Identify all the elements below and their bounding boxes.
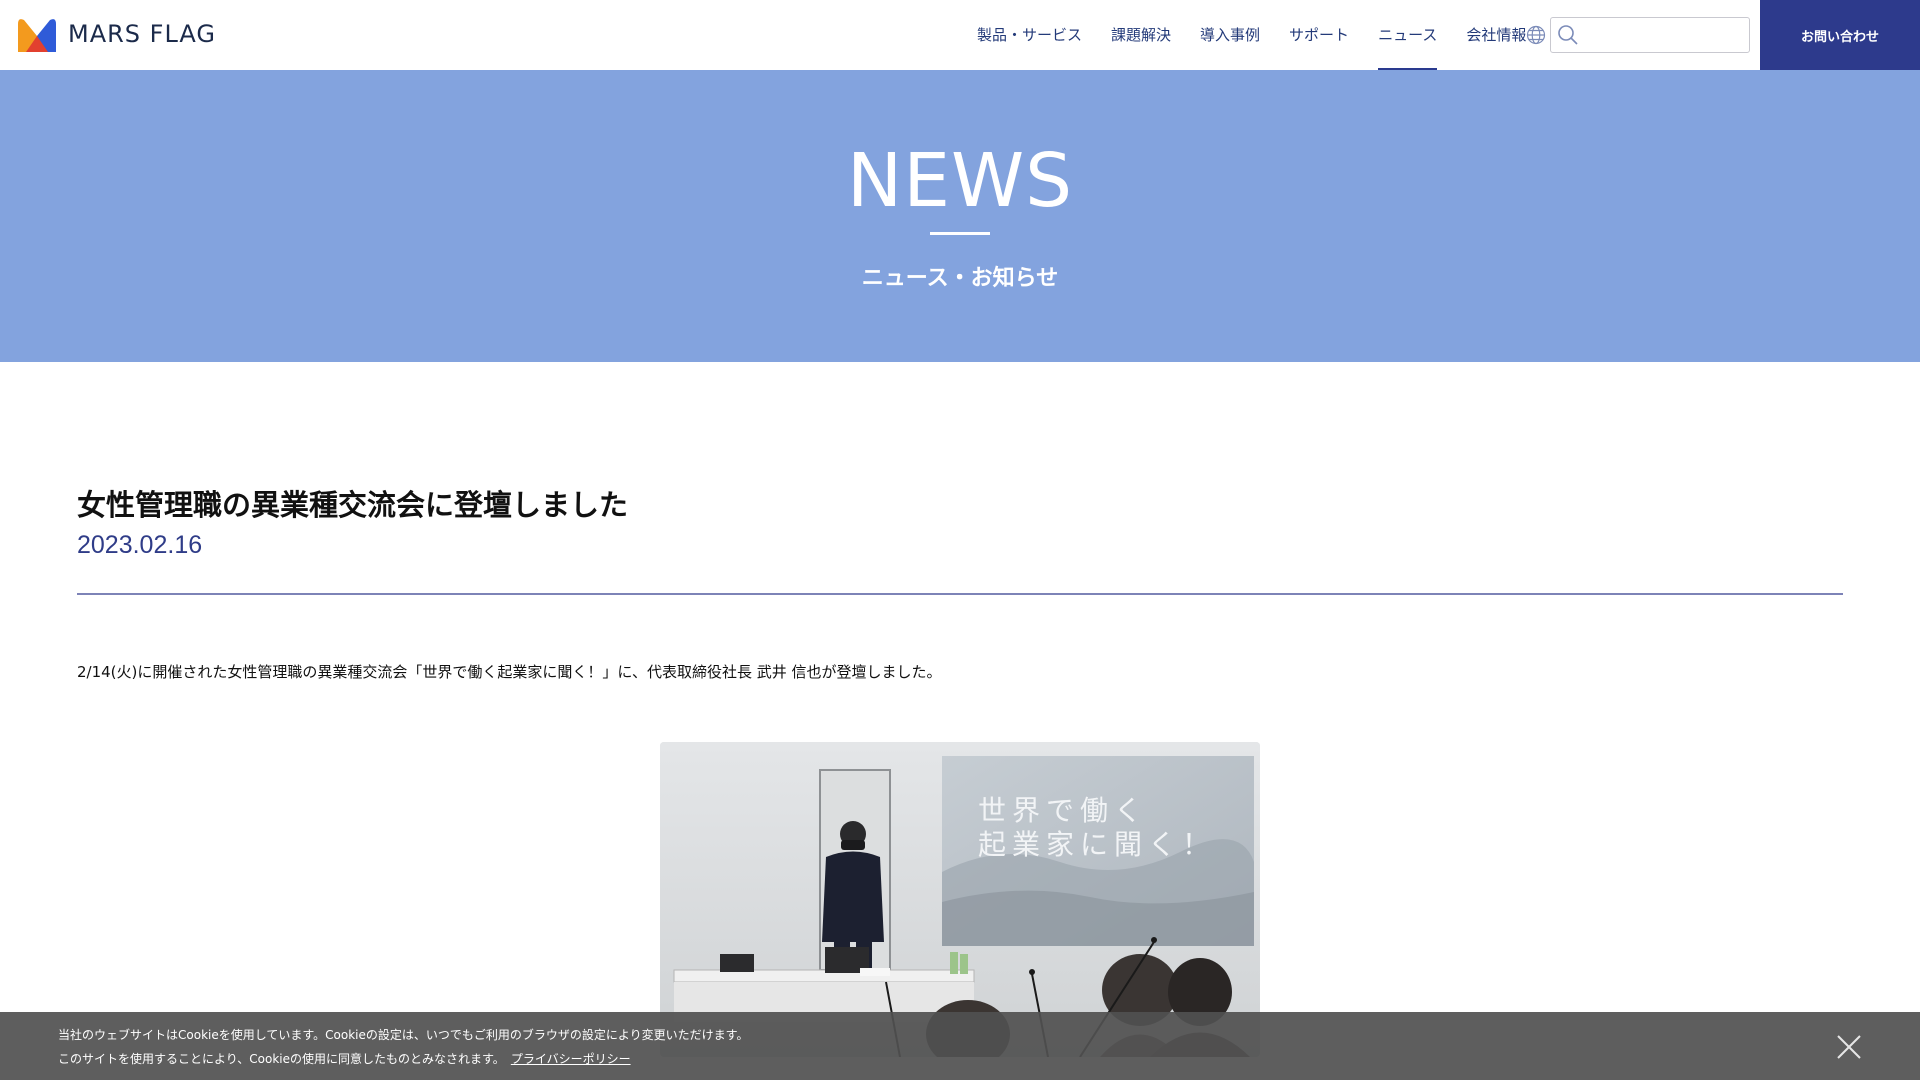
logo-text: MARS FLAG xyxy=(68,20,216,48)
slide-title-line1: 世界で働く xyxy=(978,794,1148,827)
article-photo: 世界で働く 起業家に聞く！ xyxy=(660,742,1260,1057)
nav-item-support[interactable]: サポート xyxy=(1289,0,1349,70)
search-icon[interactable] xyxy=(1557,24,1579,46)
article-body: 2/14(火)に開催された女性管理職の異業種交流会「世界で働く起業家に聞く！」に… xyxy=(77,663,942,681)
hero-title: NEWS xyxy=(846,138,1074,224)
site-header: MARS FLAG 製品・サービス 課題解決 導入事例 サポート ニュース 会社… xyxy=(0,0,1920,70)
site-logo[interactable]: MARS FLAG xyxy=(14,14,216,54)
hero-divider xyxy=(930,232,990,235)
cookie-consent-bar: 当社のウェブサイトはCookieを使用しています。Cookieの設定は、いつでも… xyxy=(0,1012,1920,1080)
article-date: 2023.02.16 xyxy=(77,531,203,559)
hero-subtitle: ニュース・お知らせ xyxy=(861,266,1059,291)
nav-item-case-studies[interactable]: 導入事例 xyxy=(1200,0,1260,70)
cookie-message-line2: このサイトを使用することにより、Cookieの使用に同意したものとみなされます。… xyxy=(58,1050,631,1067)
cookie-consent-text: このサイトを使用することにより、Cookieの使用に同意したものとみなされます。 xyxy=(58,1052,505,1066)
article-title: 女性管理職の異業種交流会に登壇しました xyxy=(77,488,629,522)
nav-item-news[interactable]: ニュース xyxy=(1378,0,1438,70)
main-nav: 製品・サービス 課題解決 導入事例 サポート ニュース 会社情報 xyxy=(977,0,1555,70)
nav-item-solutions[interactable]: 課題解決 xyxy=(1111,0,1171,70)
nav-item-products[interactable]: 製品・サービス xyxy=(977,0,1082,70)
privacy-policy-link[interactable]: プライバシーポリシー xyxy=(511,1052,631,1066)
article-divider xyxy=(77,593,1843,595)
news-hero: NEWS ニュース・お知らせ xyxy=(0,70,1920,362)
nav-item-company[interactable]: 会社情報 xyxy=(1466,0,1526,70)
mars-flag-logo-icon xyxy=(18,19,56,53)
search-input[interactable] xyxy=(1585,20,1745,50)
event-photo-illustration: 世界で働く 起業家に聞く！ xyxy=(660,742,1260,1057)
cookie-message-line1: 当社のウェブサイトはCookieを使用しています。Cookieの設定は、いつでも… xyxy=(58,1028,749,1042)
close-icon[interactable] xyxy=(1836,1034,1862,1060)
search-box[interactable] xyxy=(1550,17,1750,53)
slide-title-line2: 起業家に聞く！ xyxy=(978,828,1216,861)
contact-button[interactable]: お問い合わせ xyxy=(1760,0,1920,70)
globe-icon[interactable] xyxy=(1526,25,1546,45)
